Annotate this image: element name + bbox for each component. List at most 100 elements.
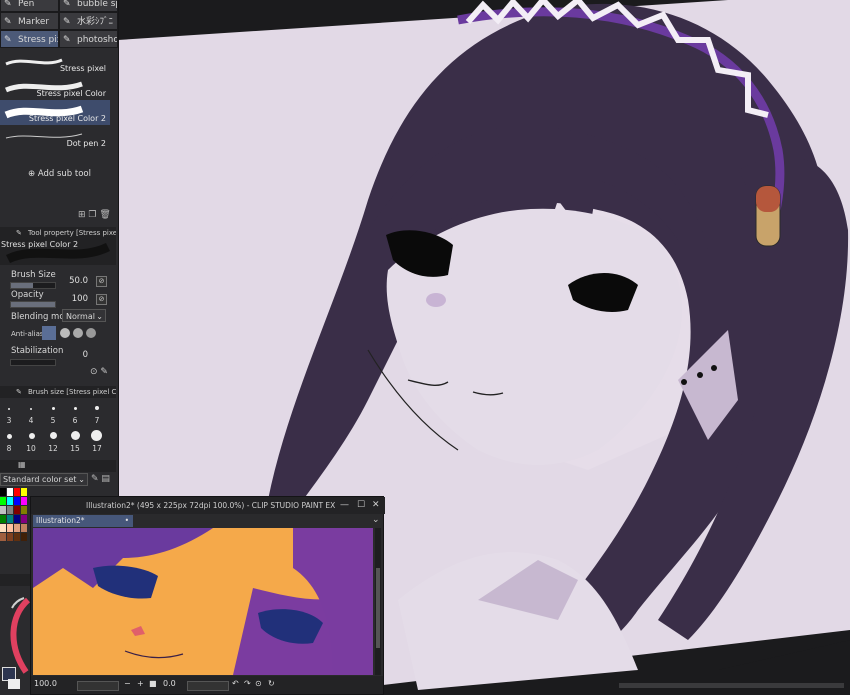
size-dot-10[interactable] xyxy=(29,433,35,439)
opacity-pressure-icon[interactable]: ⊘ xyxy=(96,294,107,305)
add-sub-tool-button[interactable]: ⊕ Add sub tool xyxy=(28,169,91,179)
size-dot-15[interactable] xyxy=(71,431,80,440)
tab-stress-pixel[interactable]: ✎Stress pixel xyxy=(0,30,59,48)
settings-icon[interactable]: ⊙ ✎ xyxy=(90,367,108,377)
zoom-in-icon[interactable]: + xyxy=(137,679,144,688)
tab-bubble-spri[interactable]: ✎bubble spri xyxy=(59,0,118,12)
sub-view-canvas[interactable] xyxy=(33,528,373,675)
stabilization-value[interactable]: 0 xyxy=(60,350,88,360)
scrollbar-thumb[interactable] xyxy=(376,568,380,648)
size-label: 8 xyxy=(6,444,12,453)
size-label: 10 xyxy=(26,444,36,453)
brush-size-label: Brush Size xyxy=(11,270,56,280)
chevron-down-icon[interactable]: ⌄ xyxy=(372,515,380,525)
sub-color-swatch[interactable] xyxy=(8,679,20,689)
blending-mode-select[interactable]: Normal ⌄ xyxy=(62,309,106,322)
stabilization-slider[interactable] xyxy=(10,359,56,366)
color-swatch[interactable] xyxy=(14,497,20,505)
color-swatch[interactable] xyxy=(21,488,27,496)
rotate-right-icon[interactable]: ↷ xyxy=(244,679,251,688)
size-dot-3[interactable] xyxy=(8,408,10,410)
size-dot-6[interactable] xyxy=(74,407,77,410)
size-dot-17[interactable] xyxy=(91,430,102,441)
color-swatch[interactable] xyxy=(0,515,6,523)
opacity-slider[interactable] xyxy=(10,301,56,308)
color-swatch[interactable] xyxy=(0,506,6,514)
minimize-icon[interactable]: — xyxy=(340,497,349,514)
trash-icon[interactable]: 🗑 xyxy=(99,210,110,220)
color-swatch[interactable] xyxy=(7,506,13,514)
window-title-bar[interactable]: Illustration2* (495 x 225px 72dpi 100.0%… xyxy=(31,497,385,514)
color-swatch[interactable] xyxy=(7,515,13,523)
size-dot-7[interactable] xyxy=(95,406,99,410)
size-label: 12 xyxy=(48,444,58,453)
zoom-value[interactable]: 100.0 xyxy=(34,679,57,688)
tab-photoshop[interactable]: ✎photoshop xyxy=(59,30,118,48)
color-swatch[interactable] xyxy=(21,497,27,505)
color-swatch[interactable] xyxy=(7,488,13,496)
color-wheel-header xyxy=(0,574,30,586)
sub-tool-dot-pen-2[interactable]: Dot pen 2 xyxy=(0,125,110,150)
brush-size-value[interactable]: 50.0 xyxy=(60,276,88,286)
color-swatch[interactable] xyxy=(21,506,27,514)
color-swatch[interactable] xyxy=(21,515,27,523)
rotate-left-icon[interactable]: ↶ xyxy=(232,679,239,688)
brush-size-panel-header: ✎ Brush size [Stress pixel Col xyxy=(0,386,116,398)
tab-close-dot-icon[interactable]: • xyxy=(125,515,129,527)
color-swatch[interactable] xyxy=(21,524,27,532)
copy-icon[interactable]: ❐ xyxy=(88,210,96,220)
color-swatch[interactable] xyxy=(14,488,20,496)
color-swatch[interactable] xyxy=(14,506,20,514)
rotation-value[interactable]: 0.0 xyxy=(163,679,176,688)
new-icon[interactable]: ⊞ xyxy=(78,210,86,220)
opacity-value[interactable]: 100 xyxy=(60,294,88,304)
tab-illustration2[interactable]: Illustration2* • xyxy=(33,515,133,527)
color-wheel[interactable] xyxy=(0,596,30,676)
tab-pen[interactable]: ✎ Pen xyxy=(0,0,59,12)
size-label: 7 xyxy=(94,416,100,425)
sub-tool-stress-pixel[interactable]: Stress pixel xyxy=(0,50,110,75)
anti-alias-medium-option[interactable] xyxy=(73,328,83,338)
color-swatch[interactable] xyxy=(14,524,20,532)
color-swatch[interactable] xyxy=(14,515,20,523)
fit-icon[interactable]: ■ xyxy=(149,679,157,688)
tab-marker[interactable]: ✎ Marker xyxy=(0,12,59,30)
sub-tool-stress-pixel-color-2[interactable]: Stress pixel Color 2 xyxy=(0,100,110,125)
reset-rotation-icon[interactable]: ⊙ xyxy=(255,679,262,688)
zoom-slider[interactable] xyxy=(77,681,119,691)
vertical-scrollbar[interactable] xyxy=(375,528,381,675)
tab-watercolor[interactable]: ✎ 水彩ｼﾌﾞﾆ xyxy=(59,12,118,30)
color-swatch[interactable] xyxy=(21,533,27,541)
color-swatch[interactable] xyxy=(7,533,13,541)
color-swatch[interactable] xyxy=(0,524,6,532)
color-swatch-grid xyxy=(0,488,30,542)
canvas-horizontal-scrollbar[interactable] xyxy=(615,676,850,695)
anti-alias-weak-option[interactable] xyxy=(60,328,70,338)
zoom-out-icon[interactable]: − xyxy=(124,679,131,688)
size-dot-4[interactable] xyxy=(30,408,32,410)
flip-icon[interactable]: ↻ xyxy=(268,679,275,688)
sub-tool-stress-pixel-color[interactable]: Stress pixel Color xyxy=(0,75,110,100)
color-set-select[interactable]: Standard color set ⌄ xyxy=(0,473,88,486)
rotation-slider[interactable] xyxy=(187,681,229,691)
color-swatch[interactable] xyxy=(7,524,13,532)
color-swatch[interactable] xyxy=(0,533,6,541)
close-icon[interactable]: ✕ xyxy=(372,497,380,514)
brush-icon: ✎ xyxy=(63,17,71,27)
brush-preview: Stress pixel Color 2 xyxy=(0,239,116,265)
color-set-actions[interactable]: ✎ ▤ xyxy=(91,474,110,484)
brush-size-pressure-icon[interactable]: ⊘ xyxy=(96,276,107,287)
color-swatch[interactable] xyxy=(7,497,13,505)
color-swatch[interactable] xyxy=(0,488,6,496)
scrollbar-thumb[interactable] xyxy=(619,683,844,688)
size-dot-8[interactable] xyxy=(7,434,12,439)
brush-size-slider[interactable] xyxy=(10,282,56,289)
size-dot-12[interactable] xyxy=(50,432,57,439)
size-dot-5[interactable] xyxy=(52,407,55,410)
maximize-icon[interactable]: ☐ xyxy=(357,497,365,514)
color-swatch[interactable] xyxy=(0,497,6,505)
anti-alias-strong-option[interactable] xyxy=(86,328,96,338)
color-swatch[interactable] xyxy=(14,533,20,541)
anti-alias-none-option[interactable] xyxy=(42,326,56,340)
brush-icon: ✎ xyxy=(63,35,71,45)
